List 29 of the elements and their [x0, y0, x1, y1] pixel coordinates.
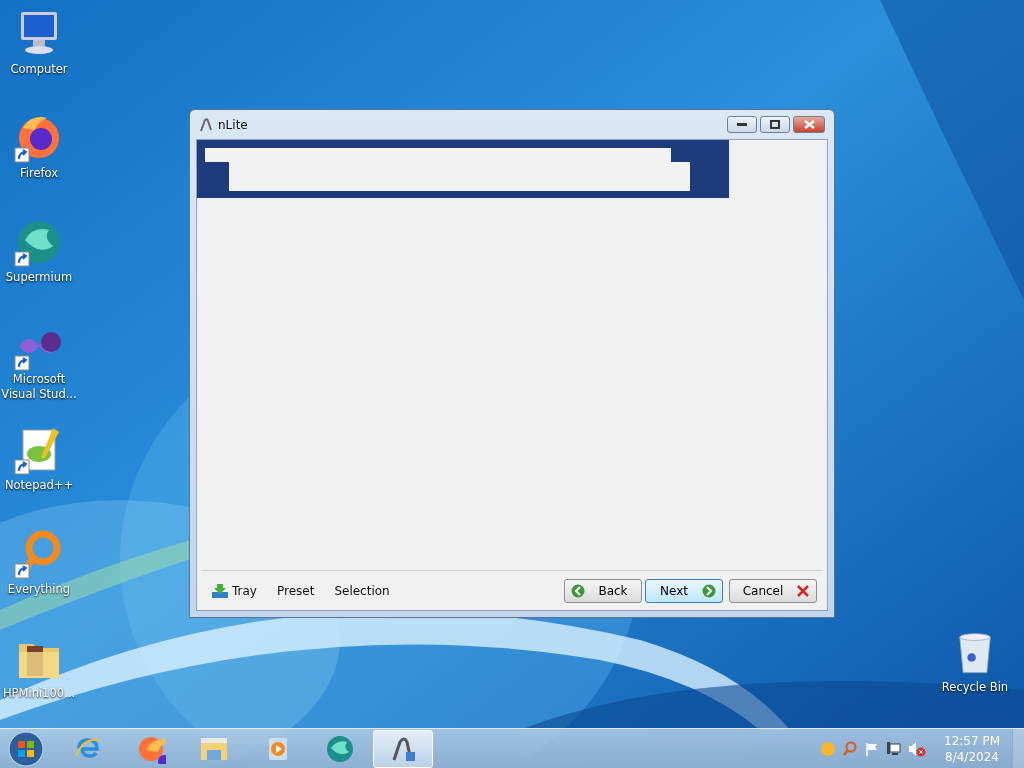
- close-button[interactable]: [793, 116, 825, 133]
- icon-label: Recycle Bin: [941, 680, 1009, 695]
- back-button[interactable]: Back: [564, 578, 642, 603]
- close-icon: [803, 120, 815, 129]
- icon-label: Microsoft Visual Stud...: [0, 372, 78, 402]
- toolbar-link[interactable]: Preset: [272, 581, 319, 600]
- browser-icon: [325, 733, 355, 764]
- minimize-icon: [737, 122, 747, 127]
- app-icon: [199, 116, 215, 133]
- toolbar-link[interactable]: Selection: [330, 581, 394, 600]
- minimize-button[interactable]: [727, 116, 757, 133]
- taskbar-button[interactable]: [373, 729, 433, 768]
- toolbar-link[interactable]: Tray: [207, 581, 261, 600]
- flag-icon[interactable]: [864, 740, 880, 757]
- icon-label: Notepad++: [4, 478, 74, 493]
- restore-icon: [770, 120, 780, 129]
- cancel-icon: [796, 583, 810, 598]
- icon-label: Everything: [7, 582, 71, 597]
- icon-label: Firefox: [19, 166, 59, 181]
- icon-label: Computer: [10, 62, 68, 77]
- icon-label: Supermium: [5, 270, 73, 285]
- start-button[interactable]: [6, 729, 46, 768]
- restore-button[interactable]: [760, 116, 790, 133]
- network-icon[interactable]: [886, 740, 902, 757]
- volume-muted-icon[interactable]: [908, 740, 926, 757]
- window-title: nLite: [218, 116, 248, 134]
- cancel-button[interactable]: Cancel: [729, 578, 817, 603]
- download-icon: [211, 582, 229, 599]
- next-button[interactable]: Next: [645, 578, 723, 603]
